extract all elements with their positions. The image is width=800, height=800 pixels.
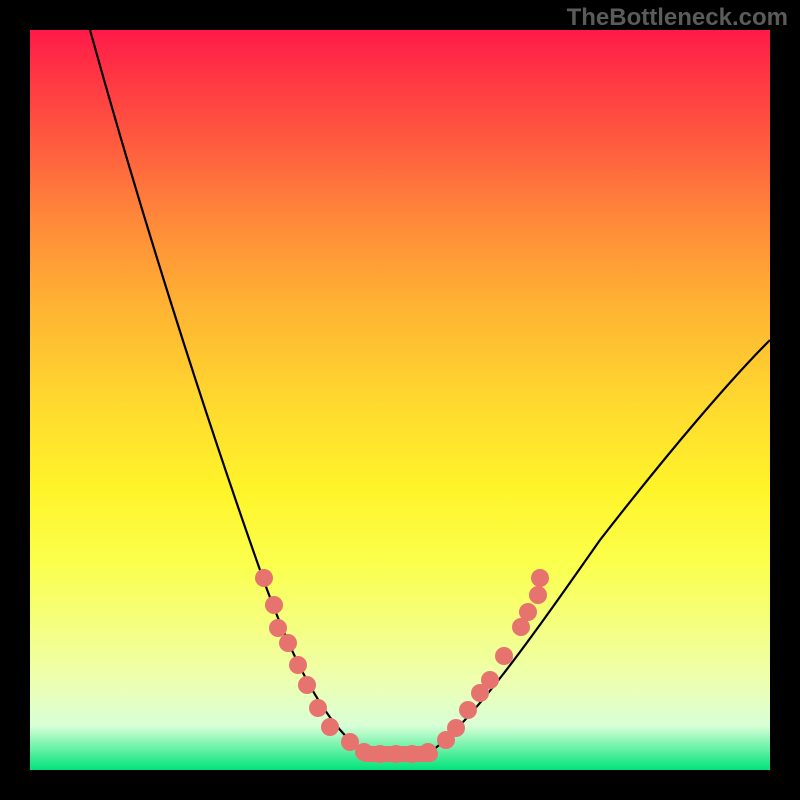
dot	[309, 699, 327, 717]
dot-group	[255, 569, 549, 763]
left-curve	[90, 30, 365, 752]
dot	[321, 718, 339, 736]
dot	[529, 586, 547, 604]
chart-svg	[30, 30, 770, 770]
plot-area	[30, 30, 770, 770]
dot	[387, 745, 405, 763]
dot	[355, 743, 373, 761]
dot	[269, 619, 287, 637]
dot	[289, 656, 307, 674]
dot	[447, 719, 465, 737]
dot	[481, 671, 499, 689]
dot	[255, 569, 273, 587]
dot	[403, 745, 421, 763]
outer-frame: TheBottleneck.com	[0, 0, 800, 800]
dot	[495, 647, 513, 665]
dot	[459, 701, 477, 719]
dot	[371, 745, 389, 763]
dot	[279, 634, 297, 652]
watermark-text: TheBottleneck.com	[567, 4, 788, 32]
dot	[298, 676, 316, 694]
dot	[419, 743, 437, 761]
dot	[265, 596, 283, 614]
dot	[531, 569, 549, 587]
dot	[519, 603, 537, 621]
